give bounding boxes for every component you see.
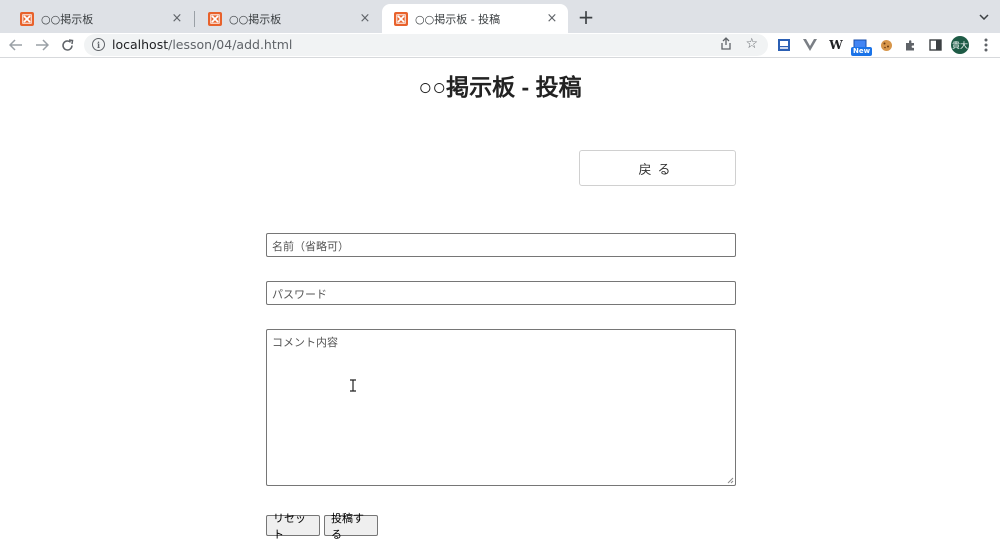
tab-2[interactable]: ○○掲示板 ×: [196, 4, 381, 33]
share-icon[interactable]: [720, 37, 732, 54]
browser-toolbar: i localhost/lesson/04/add.html ☆: [0, 33, 1000, 58]
new-tab-button[interactable]: +: [574, 5, 598, 29]
tab-1[interactable]: ○○掲示板 ×: [8, 4, 193, 33]
forward-arrow-icon[interactable]: [32, 35, 52, 55]
reset-button[interactable]: リセット: [266, 513, 320, 541]
new-badge: New: [851, 47, 873, 56]
text-cursor-icon: [349, 379, 357, 396]
name-input[interactable]: 名前（省略可）: [266, 233, 736, 257]
tab-title: ○○掲示板 - 投稿: [415, 12, 501, 26]
back-arrow-icon[interactable]: [6, 35, 26, 55]
page-title: ○○掲示板 - 投稿: [418, 74, 582, 100]
back-button[interactable]: 戻る: [579, 150, 736, 186]
xampp-favicon-icon: [20, 11, 34, 26]
tab-title: ○○掲示板: [41, 12, 94, 26]
page-content: ○○掲示板 - 投稿 戻る 名前（省略可） パスワード コメント内容 リセット …: [0, 59, 1000, 560]
address-bar[interactable]: i localhost/lesson/04/add.html ☆: [84, 34, 768, 56]
close-icon[interactable]: ×: [357, 11, 373, 27]
comment-placeholder: コメント内容: [272, 337, 338, 349]
password-input[interactable]: パスワード: [266, 281, 736, 305]
profile-avatar[interactable]: 貴大: [951, 36, 969, 54]
tab-title: ○○掲示板: [229, 12, 282, 26]
close-icon[interactable]: ×: [544, 11, 560, 27]
side-panel-icon[interactable]: [927, 37, 943, 53]
tab-3-active[interactable]: ○○掲示板 - 投稿 ×: [382, 4, 568, 33]
url-text[interactable]: localhost/lesson/04/add.html: [112, 37, 292, 52]
extension-screenshot-icon[interactable]: [776, 37, 792, 53]
tab-strip: ○○掲示板 × ○○掲示板 × ○○掲示板 - 投稿 × +: [0, 0, 1000, 33]
comment-textarea[interactable]: コメント内容: [266, 329, 736, 486]
close-icon[interactable]: ×: [169, 11, 185, 27]
extension-cookie-icon[interactable]: [878, 37, 894, 53]
site-info-icon[interactable]: i: [92, 38, 105, 51]
extension-vuejs-icon[interactable]: [802, 37, 818, 53]
more-menu-icon[interactable]: [979, 36, 993, 54]
tab-separator: [194, 11, 195, 27]
extension-wikipedia-icon[interactable]: W: [828, 37, 844, 53]
resize-grip-icon[interactable]: [726, 476, 734, 484]
xampp-favicon-icon: [394, 11, 408, 26]
tab-search-chevron-icon[interactable]: [976, 9, 992, 25]
bookmark-star-icon[interactable]: ☆: [745, 36, 758, 52]
extensions-puzzle-icon[interactable]: [902, 37, 918, 53]
submit-button[interactable]: 投稿する: [324, 513, 378, 541]
reload-icon[interactable]: [57, 35, 77, 55]
xampp-favicon-icon: [208, 11, 222, 26]
